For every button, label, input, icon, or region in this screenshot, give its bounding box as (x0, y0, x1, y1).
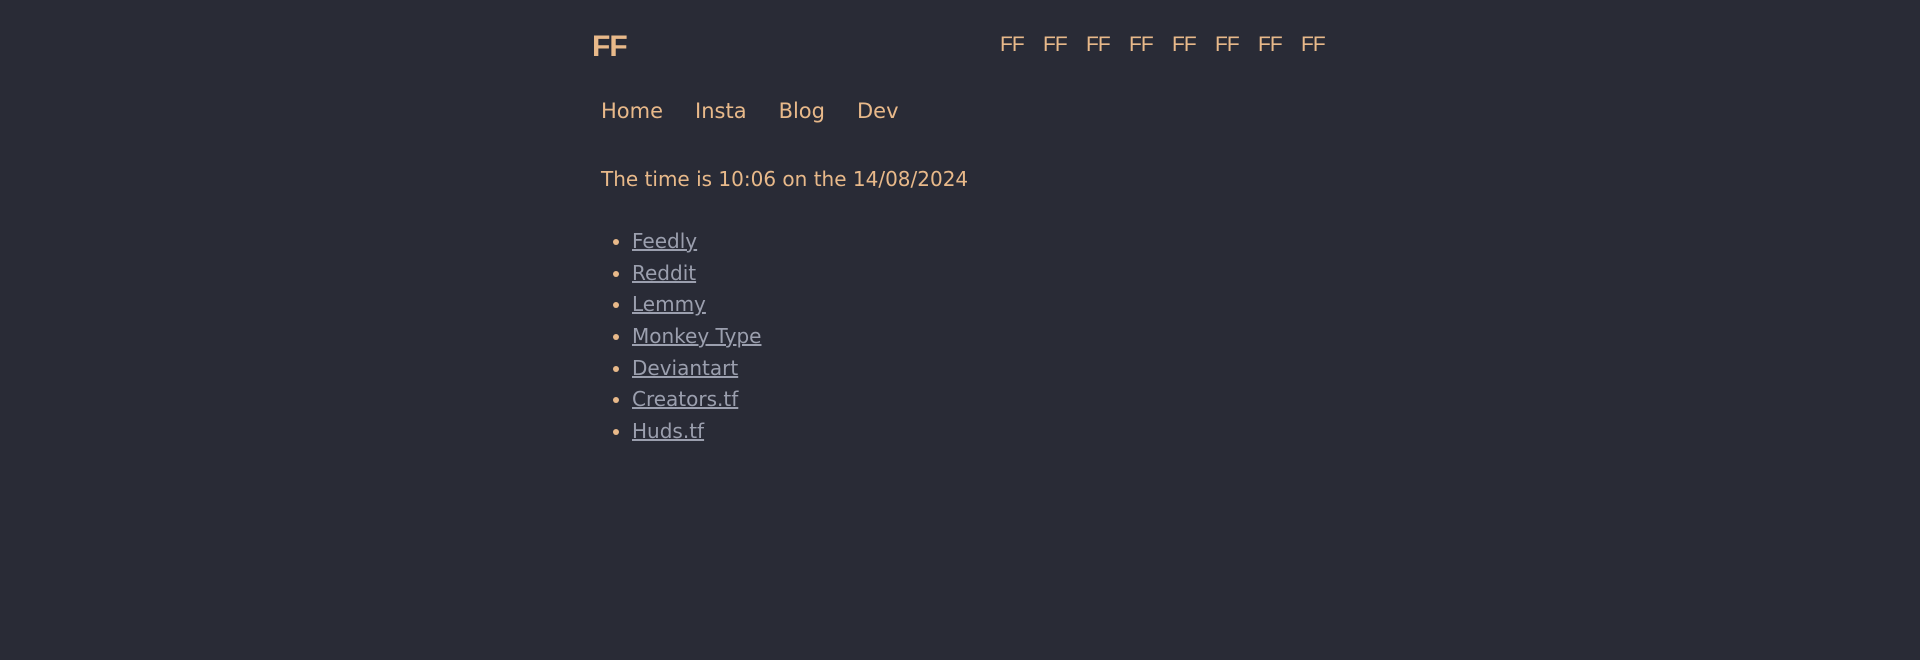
bullet-icon (613, 397, 619, 404)
time-status: The time is 10:06 on the 14/08/2024 (601, 167, 969, 191)
bullet-icon (613, 334, 619, 341)
bullet-icon (613, 270, 619, 277)
mini-logo-icon[interactable]: FF (1086, 33, 1111, 57)
list-item: Creators.tf (612, 384, 761, 416)
page: FF FF FF FF FF FF FF FF FF Home Insta Bl… (0, 0, 1920, 660)
link-reddit[interactable]: Reddit (632, 261, 696, 285)
list-item: Huds.tf (612, 416, 761, 448)
list-item: Deviantart (612, 353, 761, 385)
main-nav: Home Insta Blog Dev (601, 98, 899, 124)
bullet-icon (613, 239, 619, 245)
bullet-icon (613, 302, 619, 309)
site-logo[interactable]: FF (592, 30, 628, 64)
link-creators-tf[interactable]: Creators.tf (632, 387, 738, 411)
mini-logo-icon[interactable]: FF (1043, 33, 1068, 57)
nav-dev[interactable]: Dev (857, 98, 899, 124)
link-feedly[interactable]: Feedly (632, 229, 697, 253)
nav-insta[interactable]: Insta (695, 98, 747, 124)
mini-logo-icon[interactable]: FF (1215, 33, 1240, 57)
link-lemmy[interactable]: Lemmy (632, 292, 706, 316)
link-monkey-type[interactable]: Monkey Type (632, 324, 761, 348)
mini-logo-icon[interactable]: FF (1000, 33, 1025, 57)
logo-text: FF (592, 30, 628, 63)
mini-logo-icon[interactable]: FF (1172, 33, 1197, 57)
list-item: Feedly (612, 226, 761, 258)
mini-logo-icon[interactable]: FF (1301, 33, 1326, 57)
bullet-icon (613, 429, 619, 436)
link-list: Feedly Reddit Lemmy Monkey Type Devianta… (612, 226, 761, 448)
link-deviantart[interactable]: Deviantart (632, 356, 738, 380)
nav-blog[interactable]: Blog (779, 98, 825, 124)
list-item: Reddit (612, 258, 761, 290)
list-item: Monkey Type (612, 321, 761, 353)
link-huds-tf[interactable]: Huds.tf (632, 419, 704, 443)
mini-logo-icon[interactable]: FF (1129, 33, 1154, 57)
bullet-icon (613, 365, 619, 372)
mini-logo-row: FF FF FF FF FF FF FF FF (1000, 33, 1326, 57)
nav-home[interactable]: Home (601, 98, 663, 124)
mini-logo-icon[interactable]: FF (1258, 33, 1283, 57)
list-item: Lemmy (612, 289, 761, 321)
